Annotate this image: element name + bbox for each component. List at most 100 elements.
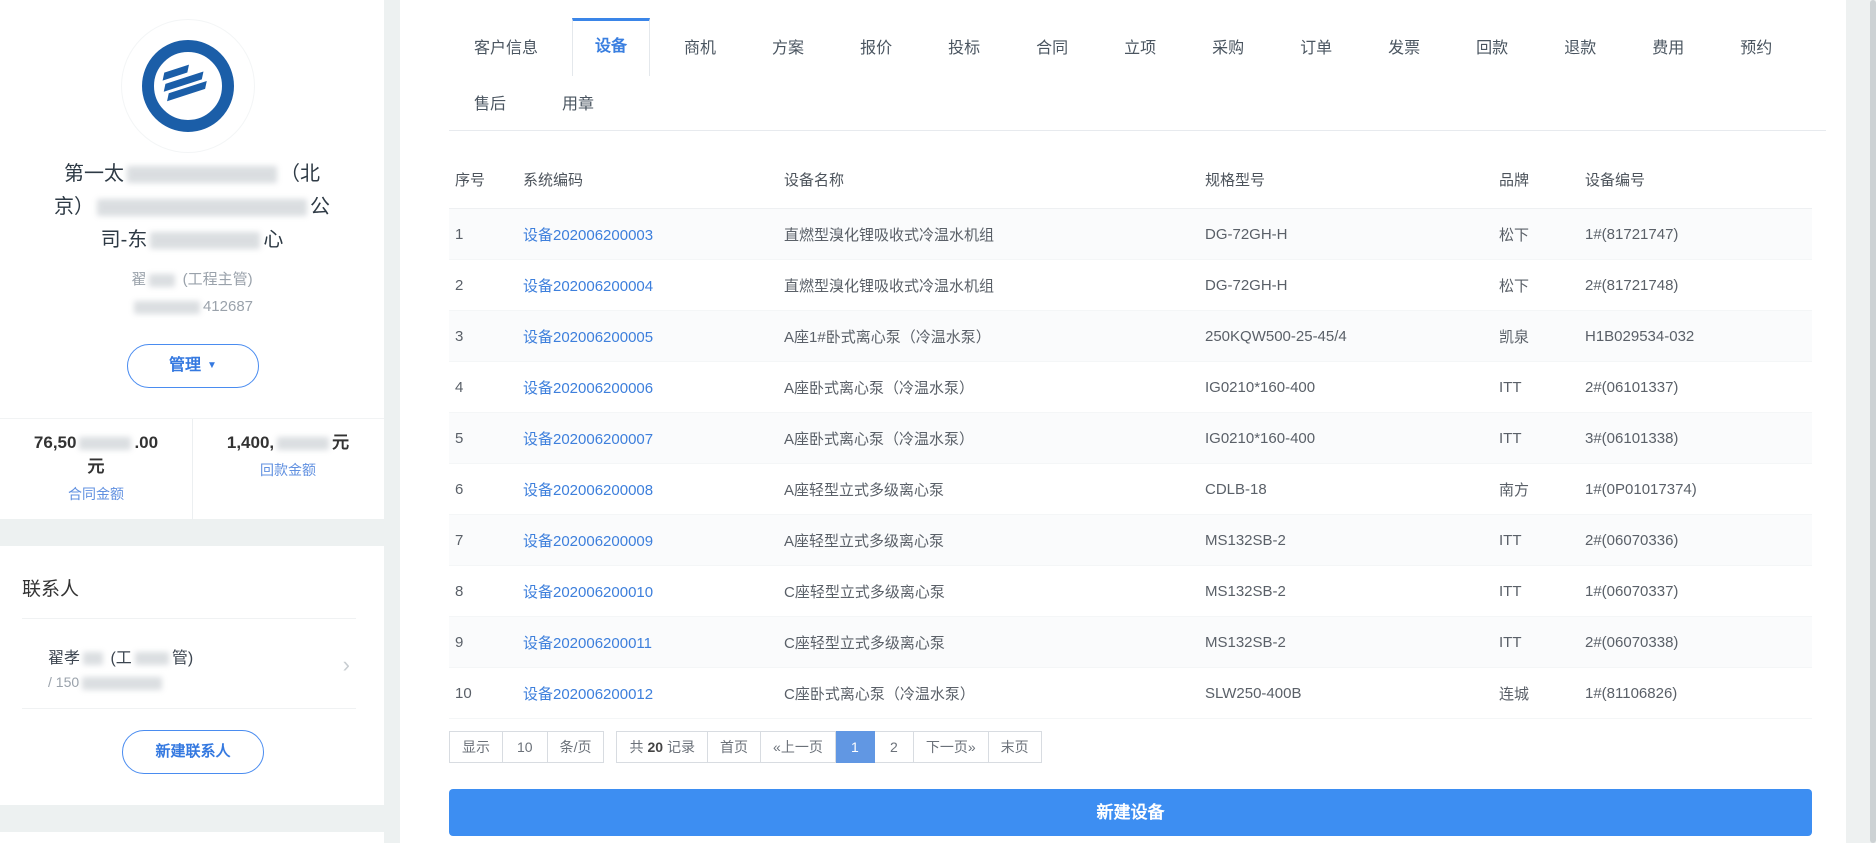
cell-brand: 松下 bbox=[1499, 226, 1530, 244]
company-logo bbox=[122, 20, 254, 152]
tab-appointment[interactable]: 预约 bbox=[1740, 34, 1772, 58]
prev-page-button[interactable]: «上一页 bbox=[761, 731, 836, 763]
company-name: 第一太 （北 京）公 司-东心 bbox=[10, 158, 374, 257]
table-row: 9 设备202006200011 C座轻型立式多级离心泵 MS132SB-2 I… bbox=[449, 617, 1812, 668]
contact-phone: / 150 bbox=[48, 674, 165, 690]
last-page-button[interactable]: 末页 bbox=[988, 731, 1042, 763]
contract-amount-value: 76,50.00 元 bbox=[33, 433, 159, 476]
scrollbar-thumb[interactable] bbox=[1870, 0, 1876, 843]
page-number-1[interactable]: 1 bbox=[835, 731, 875, 763]
new-equipment-button[interactable]: 新建设备 bbox=[449, 789, 1812, 836]
table-row: 7 设备202006200009 A座轻型立式多级离心泵 MS132SB-2 I… bbox=[449, 515, 1812, 566]
redacted-text bbox=[79, 437, 132, 451]
cell-name: 直燃型溴化锂吸收式冷温水机组 bbox=[784, 226, 995, 244]
table-row: 4 设备202006200006 A座卧式离心泵（冷温水泵） IG0210*16… bbox=[449, 362, 1812, 413]
customer-profile-card: 第一太 （北 京）公 司-东心 翟 (工程主管) 412687 管理 ▼ 76,50… bbox=[0, 0, 384, 520]
table-row: 8 设备202006200010 C座轻型立式多级离心泵 MS132SB-2 I… bbox=[449, 566, 1812, 617]
tabs-row-2: 售后 用章 bbox=[449, 73, 1826, 130]
cell-devno: 2#(06101337) bbox=[1585, 378, 1679, 396]
equipment-code-link[interactable]: 设备202006200004 bbox=[523, 275, 784, 296]
manage-dropdown-button[interactable]: 管理 ▼ bbox=[127, 344, 259, 388]
cell-brand: ITT bbox=[1499, 429, 1522, 447]
next-page-button[interactable]: 下一页» bbox=[913, 731, 989, 763]
cell-name: C座卧式离心泵（冷温水泵） bbox=[784, 685, 975, 703]
cell-brand: ITT bbox=[1499, 633, 1522, 651]
table-row: 6 设备202006200008 A座轻型立式多级离心泵 CDLB-18 南方 … bbox=[449, 464, 1812, 515]
table-header-row: 序号 系统编码 设备名称 规格型号 品牌 设备编号 bbox=[449, 150, 1812, 209]
redacted-text bbox=[82, 676, 163, 690]
tab-procurement[interactable]: 采购 bbox=[1212, 34, 1244, 58]
tab-contract[interactable]: 合同 bbox=[1036, 34, 1068, 58]
divider bbox=[22, 708, 356, 709]
manage-button-label: 管理 bbox=[169, 357, 202, 374]
company-name-line1: 第一太 （北 bbox=[64, 163, 320, 185]
total-records-label: 共 20 记录 bbox=[616, 731, 709, 763]
equipment-code-link[interactable]: 设备202006200010 bbox=[523, 581, 784, 602]
tab-payment[interactable]: 回款 bbox=[1476, 34, 1508, 58]
first-page-button[interactable]: 首页 bbox=[708, 731, 762, 763]
divider bbox=[22, 618, 356, 619]
tab-aftersales[interactable]: 售后 bbox=[474, 90, 506, 114]
cell-index: 5 bbox=[455, 429, 464, 447]
tab-expense[interactable]: 费用 bbox=[1652, 34, 1684, 58]
cell-name: A座轻型立式多级离心泵 bbox=[784, 481, 945, 499]
contract-amount-link[interactable]: 合同金额 bbox=[68, 484, 124, 504]
equipment-code-link[interactable]: 设备202006200005 bbox=[523, 326, 784, 347]
equipment-table: 序号 系统编码 设备名称 规格型号 品牌 设备编号 1 设备2020062000… bbox=[449, 150, 1812, 719]
customer-detail-page: 第一太 （北 京）公 司-东心 翟 (工程主管) 412687 管理 ▼ 76,50… bbox=[0, 0, 1876, 843]
cell-spec: MS132SB-2 bbox=[1205, 531, 1286, 549]
company-name-line2: 京）公 bbox=[54, 196, 330, 218]
sidebar: 第一太 （北 京）公 司-东心 翟 (工程主管) 412687 管理 ▼ 76,50… bbox=[0, 0, 400, 843]
caret-down-icon: ▼ bbox=[207, 360, 217, 371]
cell-spec: IG0210*160-400 bbox=[1205, 378, 1316, 396]
table-row: 5 设备202006200007 A座卧式离心泵（冷温水泵） IG0210*16… bbox=[449, 413, 1812, 464]
cell-name: A座卧式离心泵（冷温水泵） bbox=[784, 430, 975, 448]
payment-amount-link[interactable]: 回款金额 bbox=[260, 460, 316, 480]
cell-name: C座轻型立式多级离心泵 bbox=[784, 583, 945, 601]
tab-equipment[interactable]: 设备 bbox=[572, 18, 651, 76]
cell-brand: ITT bbox=[1499, 531, 1522, 549]
cell-name: C座轻型立式多级离心泵 bbox=[784, 634, 945, 652]
tab-opportunity[interactable]: 商机 bbox=[684, 34, 716, 58]
tab-project[interactable]: 立项 bbox=[1124, 34, 1156, 58]
equipment-code-link[interactable]: 设备202006200007 bbox=[523, 428, 784, 449]
pagination-bar: 显示 10 条/页 共 20 记录 首页 «上一页 1 2 下一页» 末页 bbox=[449, 731, 1042, 763]
tab-plan[interactable]: 方案 bbox=[772, 34, 804, 58]
tab-customer-info[interactable]: 客户信息 bbox=[474, 34, 538, 58]
tab-bidding[interactable]: 投标 bbox=[948, 34, 980, 58]
equipment-code-link[interactable]: 设备202006200003 bbox=[523, 224, 784, 245]
tab-invoice[interactable]: 发票 bbox=[1388, 34, 1420, 58]
cell-index: 10 bbox=[455, 684, 472, 702]
cell-devno: 1#(06070337) bbox=[1585, 582, 1679, 600]
tab-order[interactable]: 订单 bbox=[1300, 34, 1332, 58]
contact-name: 翟孝 (工 管) bbox=[48, 650, 194, 667]
tab-seal[interactable]: 用章 bbox=[562, 90, 594, 114]
cell-spec: 250KQW500-25-45/4 bbox=[1205, 327, 1347, 345]
equipment-code-link[interactable]: 设备202006200012 bbox=[523, 683, 784, 704]
contact-list-item[interactable]: 翟孝 (工 管) / 150 › bbox=[22, 630, 356, 706]
tab-refund[interactable]: 退款 bbox=[1564, 34, 1596, 58]
redacted-text bbox=[83, 652, 104, 666]
page-size-input[interactable]: 10 bbox=[503, 731, 548, 763]
equipment-code-link[interactable]: 设备202006200009 bbox=[523, 530, 784, 551]
cell-name: 直燃型溴化锂吸收式冷温水机组 bbox=[784, 277, 995, 295]
contacts-card: 联系人 翟孝 (工 管) / 150 › 新建联系人 bbox=[0, 546, 384, 805]
equipment-code-link[interactable]: 设备202006200008 bbox=[523, 479, 784, 500]
owner-phone: 412687 bbox=[0, 298, 384, 315]
equipment-code-link[interactable]: 设备202006200006 bbox=[523, 377, 784, 398]
new-contact-button[interactable]: 新建联系人 bbox=[122, 730, 264, 774]
tab-quotation[interactable]: 报价 bbox=[860, 34, 892, 58]
redacted-text bbox=[127, 166, 277, 184]
contacts-section-title: 联系人 bbox=[22, 579, 80, 600]
cell-index: 4 bbox=[455, 378, 464, 396]
cell-brand: ITT bbox=[1499, 378, 1522, 396]
page-size-unit-label: 条/页 bbox=[547, 731, 605, 763]
company-logo-icon bbox=[142, 40, 234, 132]
cell-devno: 2#(06070338) bbox=[1585, 633, 1679, 651]
cell-name: A座1#卧式离心泵（冷温水泵） bbox=[784, 328, 991, 346]
cell-index: 9 bbox=[455, 633, 464, 651]
page-number-2[interactable]: 2 bbox=[874, 731, 914, 763]
equipment-code-link[interactable]: 设备202006200011 bbox=[523, 632, 784, 653]
cell-brand: 连城 bbox=[1499, 685, 1530, 703]
cell-index: 6 bbox=[455, 480, 464, 498]
